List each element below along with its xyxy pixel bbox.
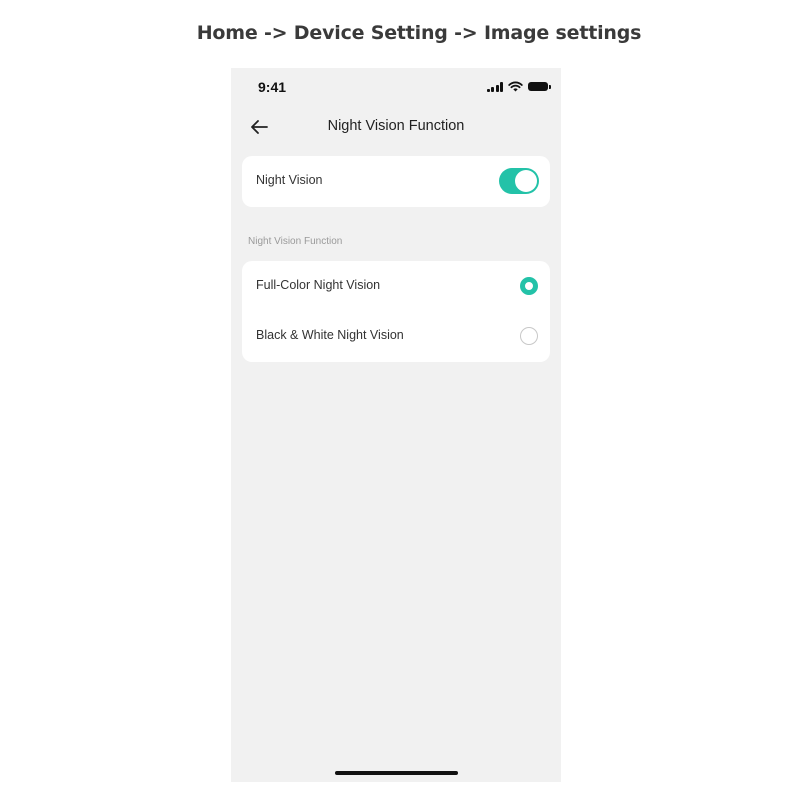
option-full-color[interactable]: Full-Color Night Vision bbox=[242, 261, 550, 312]
status-icons bbox=[486, 81, 551, 92]
night-vision-card: Night Vision bbox=[242, 156, 550, 207]
phone-screen: 9:41 Night Vision Function Night Vision … bbox=[231, 68, 561, 782]
radio-full-color[interactable] bbox=[520, 277, 538, 295]
night-vision-mode-card: Full-Color Night Vision Black & White Ni… bbox=[242, 261, 550, 362]
page-title: Night Vision Function bbox=[327, 118, 465, 134]
battery-icon bbox=[528, 82, 551, 91]
night-vision-row: Night Vision bbox=[242, 156, 550, 207]
toggle-knob bbox=[515, 170, 537, 192]
section-label: Night Vision Function bbox=[248, 236, 343, 247]
option-black-white[interactable]: Black & White Night Vision bbox=[242, 311, 550, 362]
night-vision-toggle[interactable] bbox=[499, 168, 539, 194]
page: Home -> Device Setting -> Image settings… bbox=[0, 0, 800, 800]
cellular-signal-icon bbox=[486, 81, 503, 92]
breadcrumb: Home -> Device Setting -> Image settings bbox=[196, 22, 642, 44]
nav-bar: Night Vision Function bbox=[231, 112, 561, 142]
radio-black-white[interactable] bbox=[520, 327, 538, 345]
home-indicator bbox=[335, 771, 458, 775]
wifi-icon bbox=[508, 81, 523, 92]
status-time: 9:41 bbox=[258, 79, 287, 95]
night-vision-label: Night Vision bbox=[256, 173, 323, 187]
option-label: Full-Color Night Vision bbox=[256, 278, 381, 292]
status-bar: 9:41 bbox=[231, 68, 561, 108]
option-label: Black & White Night Vision bbox=[256, 328, 404, 342]
